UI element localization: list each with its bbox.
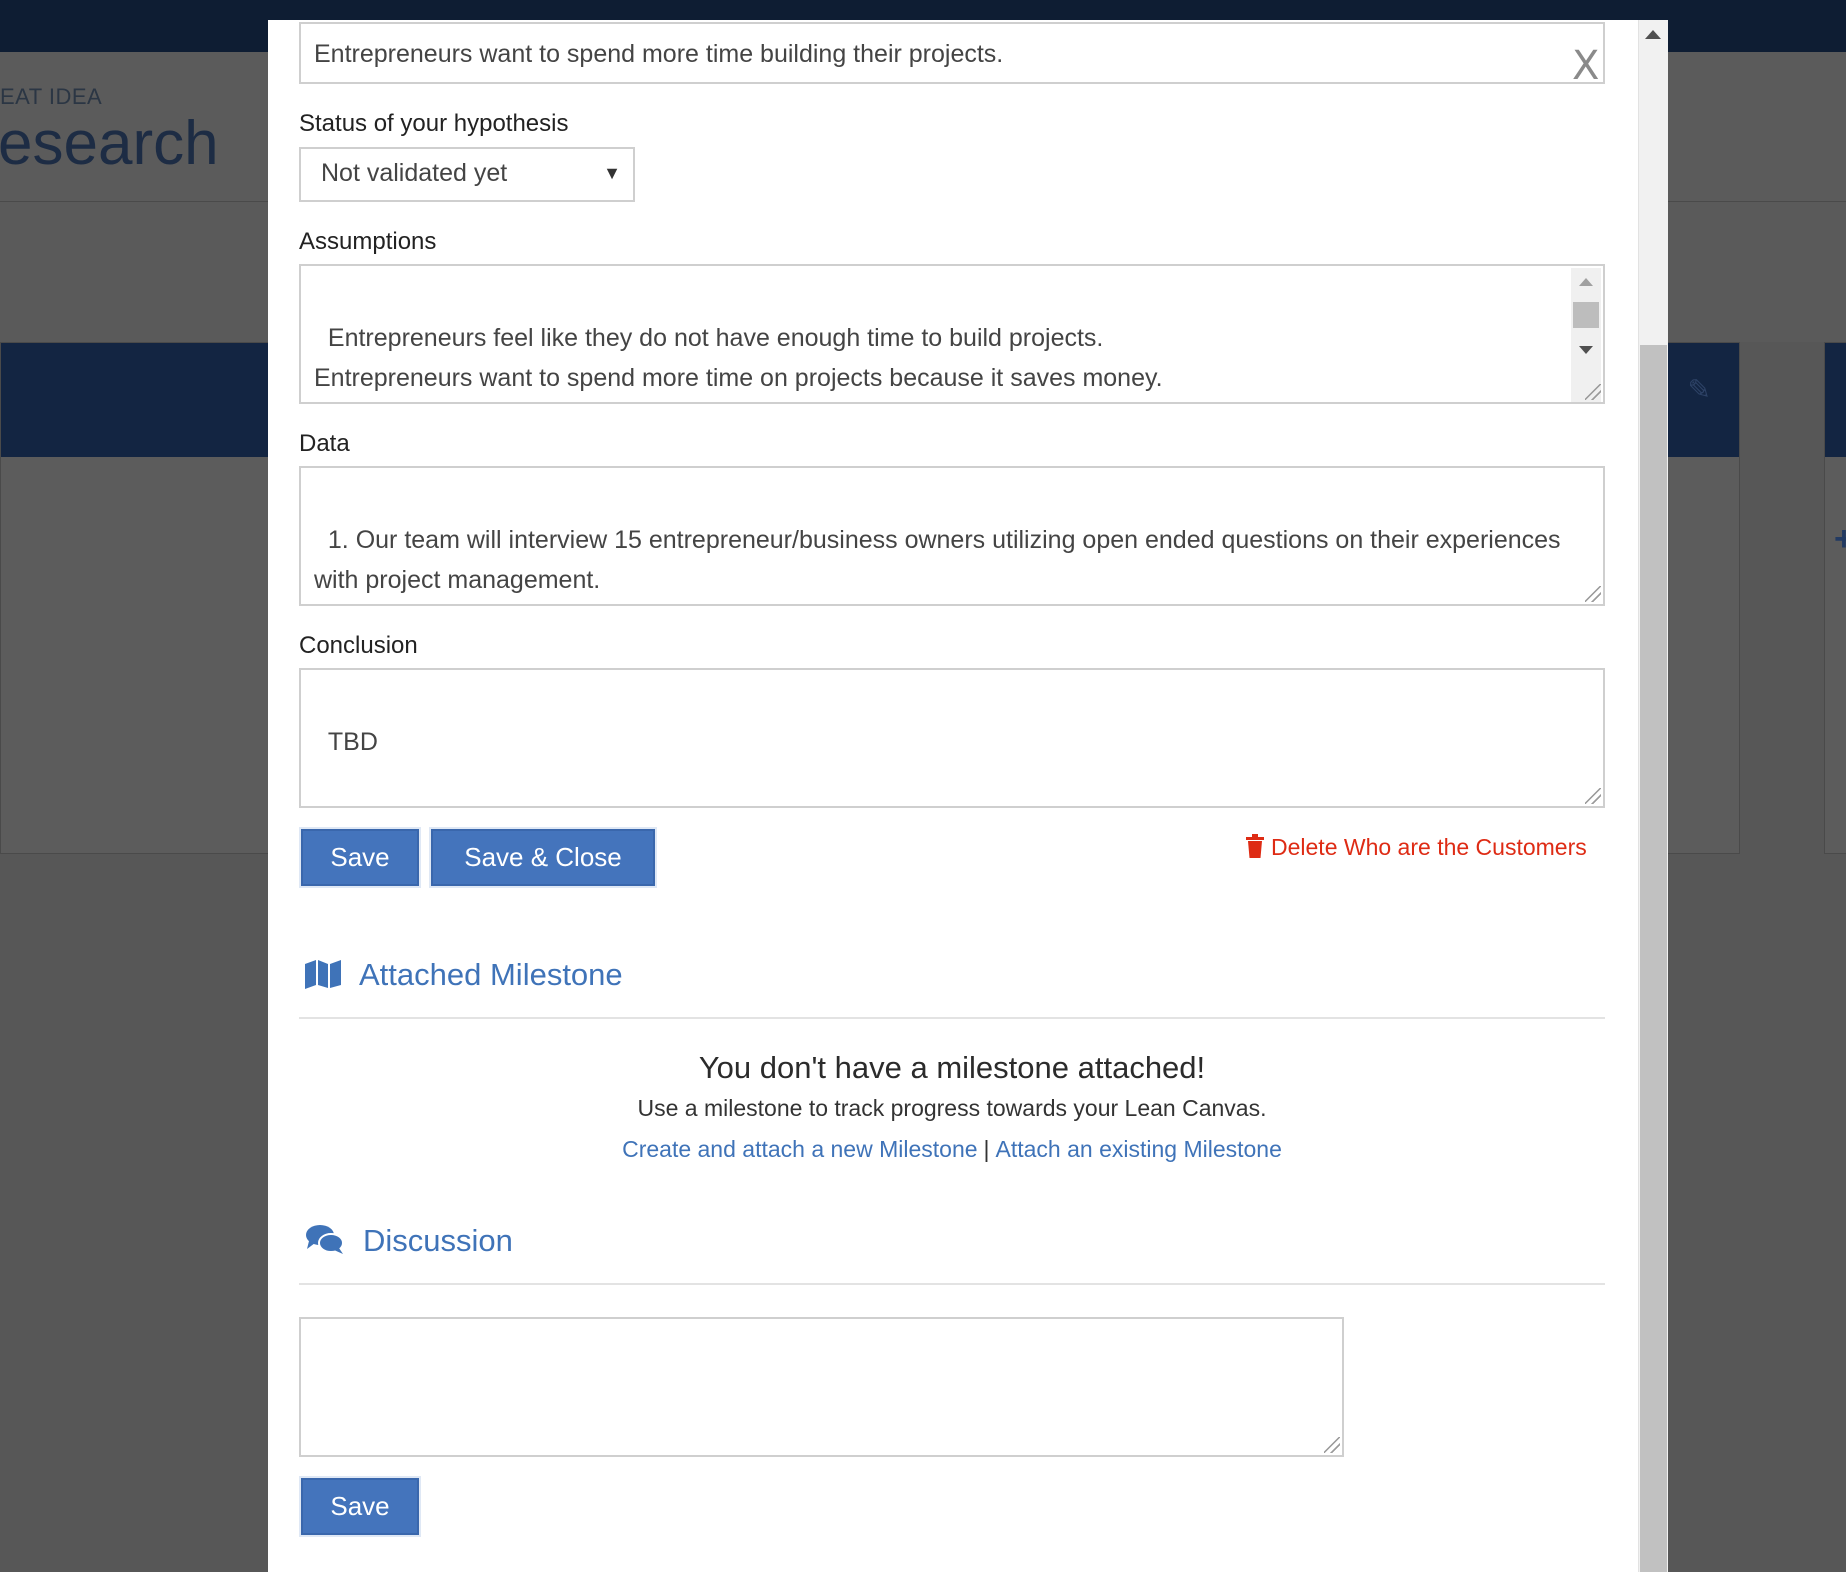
delete-link-label: Delete Who are the Customers xyxy=(1271,834,1587,860)
page-kicker: EAT IDEA xyxy=(0,84,103,109)
conclusion-label: Conclusion xyxy=(299,632,418,659)
save-button[interactable]: Save xyxy=(301,829,419,886)
assumptions-text: Entrepreneurs feel like they do not have… xyxy=(314,324,1163,392)
discussion-save-button[interactable]: Save xyxy=(301,1478,419,1535)
status-select-value: Not validated yet xyxy=(321,159,508,187)
hypothesis-input[interactable]: Entrepreneurs want to spend more time bu… xyxy=(299,22,1605,84)
discussion-heading-label: Discussion xyxy=(363,1223,513,1258)
scroll-down-arrow-icon[interactable] xyxy=(1579,346,1593,354)
comments-icon xyxy=(305,1223,345,1263)
canvas-card-right xyxy=(1824,342,1846,854)
assumptions-scrollbar-thumb[interactable] xyxy=(1573,302,1599,328)
map-icon xyxy=(305,959,341,997)
delete-link[interactable]: Delete Who are the Customers xyxy=(1245,834,1587,864)
canvas-card-header xyxy=(1825,343,1846,457)
create-milestone-link[interactable]: Create and attach a new Milestone xyxy=(622,1136,977,1162)
attach-milestone-link[interactable]: Attach an existing Milestone xyxy=(996,1136,1282,1162)
close-icon[interactable]: X xyxy=(1572,46,1599,86)
link-separator: | xyxy=(983,1136,990,1162)
save-and-close-button[interactable]: Save & Close xyxy=(431,829,655,886)
resize-handle-icon[interactable] xyxy=(1324,1437,1340,1453)
data-label: Data xyxy=(299,430,350,457)
resize-handle-icon[interactable] xyxy=(1585,586,1601,602)
canvas-card-left xyxy=(0,342,300,854)
edit-icon: ✎ xyxy=(1687,374,1711,405)
resize-handle-icon[interactable] xyxy=(1585,384,1601,400)
data-text: 1. Our team will interview 15 entreprene… xyxy=(314,526,1568,594)
assumptions-label: Assumptions xyxy=(299,228,437,255)
conclusion-text: TBD xyxy=(327,728,378,756)
milestone-empty-title: You don't have a milestone attached! xyxy=(698,1050,1206,1085)
milestone-heading-label: Attached Milestone xyxy=(359,957,623,992)
trash-icon xyxy=(1245,834,1265,864)
data-textarea[interactable]: 1. Our team will interview 15 entreprene… xyxy=(299,466,1605,606)
resize-handle-icon[interactable] xyxy=(1585,788,1601,804)
scroll-up-arrow-icon[interactable] xyxy=(1579,278,1593,286)
scroll-up-arrow-icon[interactable] xyxy=(1645,30,1661,39)
modal-scrollbar-thumb[interactable] xyxy=(1640,345,1667,1572)
status-label: Status of your hypothesis xyxy=(299,110,569,137)
discussion-heading: Discussion xyxy=(305,1223,513,1263)
canvas-card-header xyxy=(1,343,299,457)
milestone-heading: Attached Milestone xyxy=(305,957,623,997)
assumptions-scrollbar[interactable] xyxy=(1571,268,1601,402)
divider xyxy=(299,1017,1605,1019)
assumptions-textarea[interactable]: Entrepreneurs feel like they do not have… xyxy=(299,264,1605,404)
divider xyxy=(299,1283,1605,1285)
add-icon: + xyxy=(1834,520,1846,558)
caret-down-icon: ▼ xyxy=(603,163,621,183)
status-select[interactable]: Not validated yet ▼ xyxy=(299,147,635,202)
discussion-textarea[interactable] xyxy=(299,1317,1344,1457)
page-title: esearch xyxy=(0,109,219,178)
milestone-empty-subtitle: Use a milestone to track progress toward… xyxy=(637,1095,1267,1121)
milestone-links: Create and attach a new Milestone | Attach… xyxy=(299,1136,1605,1163)
conclusion-textarea[interactable]: TBD xyxy=(299,668,1605,808)
